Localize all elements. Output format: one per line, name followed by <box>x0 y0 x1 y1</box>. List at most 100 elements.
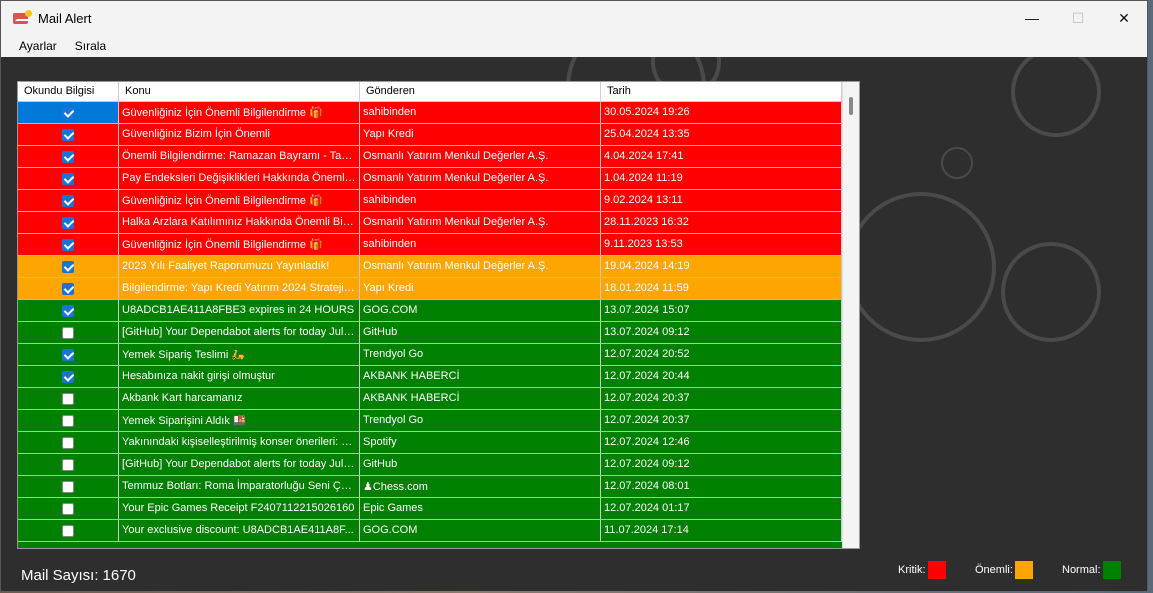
header-gonderen[interactable]: Gönderen <box>360 82 601 101</box>
menu-ayarlar[interactable]: Ayarlar <box>10 37 66 55</box>
date-cell[interactable]: 12.07.2024 09:12 <box>601 454 842 475</box>
table-row[interactable]: Pay Endeksleri Değişiklikleri Hakkında Ö… <box>18 168 842 190</box>
read-status-cell[interactable] <box>18 366 119 387</box>
sender-cell[interactable]: sahibinden <box>360 234 601 255</box>
date-cell[interactable]: 9.11.2023 13:53 <box>601 234 842 255</box>
date-cell[interactable]: 18.01.2024 11:59 <box>601 278 842 299</box>
read-checkbox[interactable] <box>62 260 74 273</box>
sender-cell[interactable]: GitHub <box>360 322 601 343</box>
minimize-button[interactable]: — <box>1009 1 1055 35</box>
table-row[interactable]: Güvenliğiniz İçin Önemli Bilgilendirme 🎁… <box>18 190 842 212</box>
read-checkbox[interactable] <box>62 172 74 185</box>
subject-cell[interactable]: Hesabınıza nakit girişi olmuştur <box>119 366 360 387</box>
date-cell[interactable]: 12.07.2024 20:37 <box>601 410 842 431</box>
sender-cell[interactable]: Trendyol Go <box>360 410 601 431</box>
menu-sirala[interactable]: Sırala <box>66 37 115 55</box>
sender-cell[interactable]: sahibinden <box>360 102 601 123</box>
table-row[interactable]: Güvenliğiniz İçin Önemli Bilgilendirme 🎁… <box>18 102 842 124</box>
table-row[interactable]: Önemli Bilgilendirme: Ramazan Bayramı - … <box>18 146 842 168</box>
sender-cell[interactable]: Yapı Kredi <box>360 278 601 299</box>
vertical-scrollbar[interactable] <box>842 82 859 548</box>
read-status-cell[interactable] <box>18 498 119 519</box>
table-row[interactable]: Yemek Sipariş Teslimi 🛵 Trendyol Go 12.07.… <box>18 344 842 366</box>
table-row[interactable]: Your Epic Games Receipt F240711221502616… <box>18 498 842 520</box>
date-cell[interactable]: 1.04.2024 11:19 <box>601 168 842 189</box>
table-row[interactable] <box>18 542 842 548</box>
date-cell[interactable]: 9.02.2024 13:11 <box>601 190 842 211</box>
read-checkbox[interactable] <box>62 348 74 361</box>
date-cell[interactable]: 25.04.2024 13:35 <box>601 124 842 145</box>
subject-cell[interactable]: Yakınındaki kişiselleştirilmiş konser ön… <box>119 432 360 453</box>
table-row[interactable]: Temmuz Botları: Roma İmparatorluğu Seni … <box>18 476 842 498</box>
read-checkbox[interactable] <box>62 502 74 515</box>
close-button[interactable]: ✕ <box>1101 1 1147 35</box>
subject-cell[interactable]: Yemek Siparişini Aldık 🍱 <box>119 410 360 431</box>
table-row[interactable]: [GitHub] Your Dependabot alerts for toda… <box>18 454 842 476</box>
read-checkbox[interactable] <box>62 106 74 119</box>
read-status-cell[interactable] <box>18 234 119 255</box>
table-row[interactable]: Hesabınıza nakit girişi olmuştur AKBANK H… <box>18 366 842 388</box>
subject-cell[interactable]: Bilgilendirme: Yapı Kredi Yatırım 2024 S… <box>119 278 360 299</box>
read-checkbox[interactable] <box>62 414 74 427</box>
read-checkbox[interactable] <box>62 194 74 207</box>
date-cell[interactable]: 12.07.2024 20:37 <box>601 388 842 409</box>
date-cell[interactable]: 12.07.2024 12:46 <box>601 432 842 453</box>
subject-cell[interactable]: Güvenliğiniz İçin Önemli Bilgilendirme 🎁 <box>119 190 360 211</box>
subject-cell[interactable]: Güvenliğiniz İçin Önemli Bilgilendirme 🎁 <box>119 102 360 123</box>
date-cell[interactable]: 19.04.2024 14:19 <box>601 256 842 277</box>
table-row[interactable]: U8ADCB1AE411A8FBE3 expires in 24 HOURS GO… <box>18 300 842 322</box>
date-cell[interactable]: 30.05.2024 19:26 <box>601 102 842 123</box>
table-row[interactable]: Yemek Siparişini Aldık 🍱 Trendyol Go 12.07… <box>18 410 842 432</box>
sender-cell[interactable]: AKBANK HABERCİ <box>360 388 601 409</box>
read-status-cell[interactable] <box>18 124 119 145</box>
sender-cell[interactable]: Trendyol Go <box>360 344 601 365</box>
read-checkbox[interactable] <box>62 436 74 449</box>
read-status-cell[interactable] <box>18 388 119 409</box>
read-checkbox[interactable] <box>62 480 74 493</box>
subject-cell[interactable]: Önemli Bilgilendirme: Ramazan Bayramı - … <box>119 146 360 167</box>
sender-cell[interactable]: GOG.COM <box>360 300 601 321</box>
sender-cell[interactable]: sahibinden <box>360 190 601 211</box>
read-checkbox[interactable] <box>62 216 74 229</box>
date-cell[interactable]: 12.07.2024 20:52 <box>601 344 842 365</box>
read-status-cell[interactable] <box>18 256 119 277</box>
read-status-cell[interactable] <box>18 432 119 453</box>
read-status-cell[interactable] <box>18 102 119 123</box>
subject-cell[interactable]: 2023 Yılı Faaliyet Raporumuzu Yayınladık… <box>119 256 360 277</box>
table-row[interactable]: Yakınındaki kişiselleştirilmiş konser ön… <box>18 432 842 454</box>
subject-cell[interactable]: [GitHub] Your Dependabot alerts for toda… <box>119 454 360 475</box>
read-checkbox[interactable] <box>62 238 74 251</box>
table-row[interactable]: Güvenliğiniz Bizim İçin Önemli Yapı Kredi… <box>18 124 842 146</box>
read-status-cell[interactable] <box>18 168 119 189</box>
subject-cell[interactable]: Yemek Sipariş Teslimi 🛵 <box>119 344 360 365</box>
read-checkbox[interactable] <box>62 150 74 163</box>
date-cell[interactable]: 4.04.2024 17:41 <box>601 146 842 167</box>
subject-cell[interactable]: Halka Arzlara Katılımınız Hakkında Öneml… <box>119 212 360 233</box>
subject-cell[interactable]: Pay Endeksleri Değişiklikleri Hakkında Ö… <box>119 168 360 189</box>
date-cell[interactable]: 28.11.2023 16:32 <box>601 212 842 233</box>
header-okundu[interactable]: Okundu Bilgisi <box>18 82 119 101</box>
read-status-cell[interactable] <box>18 190 119 211</box>
read-checkbox[interactable] <box>62 128 74 141</box>
read-status-cell[interactable] <box>18 410 119 431</box>
subject-cell[interactable]: Güvenliğiniz İçin Önemli Bilgilendirme 🎁 <box>119 234 360 255</box>
table-row[interactable]: Halka Arzlara Katılımınız Hakkında Öneml… <box>18 212 842 234</box>
table-row[interactable]: Güvenliğiniz İçin Önemli Bilgilendirme 🎁… <box>18 234 842 256</box>
sender-cell[interactable]: Osmanlı Yatırım Menkul Değerler A.Ş. <box>360 256 601 277</box>
sender-cell[interactable]: Osmanlı Yatırım Menkul Değerler A.Ş. <box>360 146 601 167</box>
sender-cell[interactable]: Epic Games <box>360 498 601 519</box>
read-checkbox[interactable] <box>62 392 74 405</box>
sender-cell[interactable]: GOG.COM <box>360 520 601 541</box>
date-cell[interactable]: 11.07.2024 17:14 <box>601 520 842 541</box>
read-status-cell[interactable] <box>18 300 119 321</box>
header-konu[interactable]: Konu <box>119 82 360 101</box>
subject-cell[interactable]: U8ADCB1AE411A8FBE3 expires in 24 HOURS <box>119 300 360 321</box>
date-cell[interactable]: 12.07.2024 20:44 <box>601 366 842 387</box>
table-row[interactable]: 2023 Yılı Faaliyet Raporumuzu Yayınladık… <box>18 256 842 278</box>
sender-cell[interactable]: GitHub <box>360 454 601 475</box>
subject-cell[interactable]: Temmuz Botları: Roma İmparatorluğu Seni … <box>119 476 360 497</box>
mail-grid[interactable]: Okundu Bilgisi Konu Gönderen Tarih Güven… <box>17 81 860 549</box>
sender-cell[interactable]: Spotify <box>360 432 601 453</box>
table-row[interactable]: Your exclusive discount: U8ADCB1AE411A8F… <box>18 520 842 542</box>
table-row[interactable]: Bilgilendirme: Yapı Kredi Yatırım 2024 S… <box>18 278 842 300</box>
